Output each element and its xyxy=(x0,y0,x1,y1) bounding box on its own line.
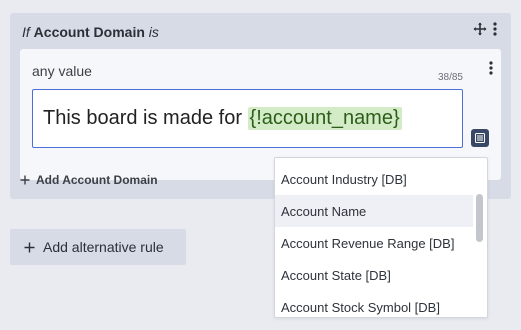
dropdown-item-label: Account Industry [DB] xyxy=(281,171,407,187)
dropdown-item-account-name[interactable]: Account Name xyxy=(275,195,473,227)
char-count: 38/85 xyxy=(437,72,463,83)
dropdown-item-label: Account Name xyxy=(281,203,367,219)
rule-operator[interactable]: is xyxy=(149,24,159,40)
dropdown-item-label: Account Stock Symbol [DB] xyxy=(281,299,440,315)
input-text: This board is made for xyxy=(43,107,248,129)
add-alternative-rule-label: Add alternative rule xyxy=(43,239,164,255)
add-account-domain-button[interactable]: Add Account Domain xyxy=(20,173,158,187)
insert-field-button[interactable] xyxy=(471,129,489,147)
dropdown-item-account-industry[interactable]: Account Industry [DB] xyxy=(275,163,473,195)
field-dropdown: Account Industry [DB] Account Name Accou… xyxy=(274,157,488,318)
kebab-menu-icon[interactable] xyxy=(493,22,497,36)
rule-header: If Account Domain is xyxy=(22,24,159,40)
card-kebab-icon[interactable] xyxy=(489,61,493,75)
rule-field[interactable]: Account Domain xyxy=(34,24,145,40)
dropdown-item-label: Account State [DB] xyxy=(281,267,391,283)
add-account-domain-label: Add Account Domain xyxy=(36,173,158,187)
rule-actions xyxy=(473,22,497,36)
dropdown-item-label: Account Revenue Range [DB] xyxy=(281,235,455,251)
dropdown-item-account-revenue-range[interactable]: Account Revenue Range [DB] xyxy=(275,227,473,259)
merge-token: {!account_name} xyxy=(247,107,402,130)
value-label: any value xyxy=(32,63,92,79)
plus-icon xyxy=(24,242,35,252)
plus-icon xyxy=(20,175,30,185)
dropdown-item-account-stock-symbol[interactable]: Account Stock Symbol [DB] xyxy=(275,291,473,317)
dropdown-scrollbar-thumb[interactable] xyxy=(476,194,483,242)
list-icon xyxy=(475,133,485,143)
move-icon[interactable] xyxy=(473,22,487,36)
dropdown-list: Account Industry [DB] Account Name Accou… xyxy=(275,163,473,317)
add-alternative-rule-button[interactable]: Add alternative rule xyxy=(10,229,186,265)
value-text-input[interactable]: This board is made for {!account_name} xyxy=(32,89,463,148)
dropdown-item-account-state[interactable]: Account State [DB] xyxy=(275,259,473,291)
rule-prefix: If xyxy=(22,24,30,40)
